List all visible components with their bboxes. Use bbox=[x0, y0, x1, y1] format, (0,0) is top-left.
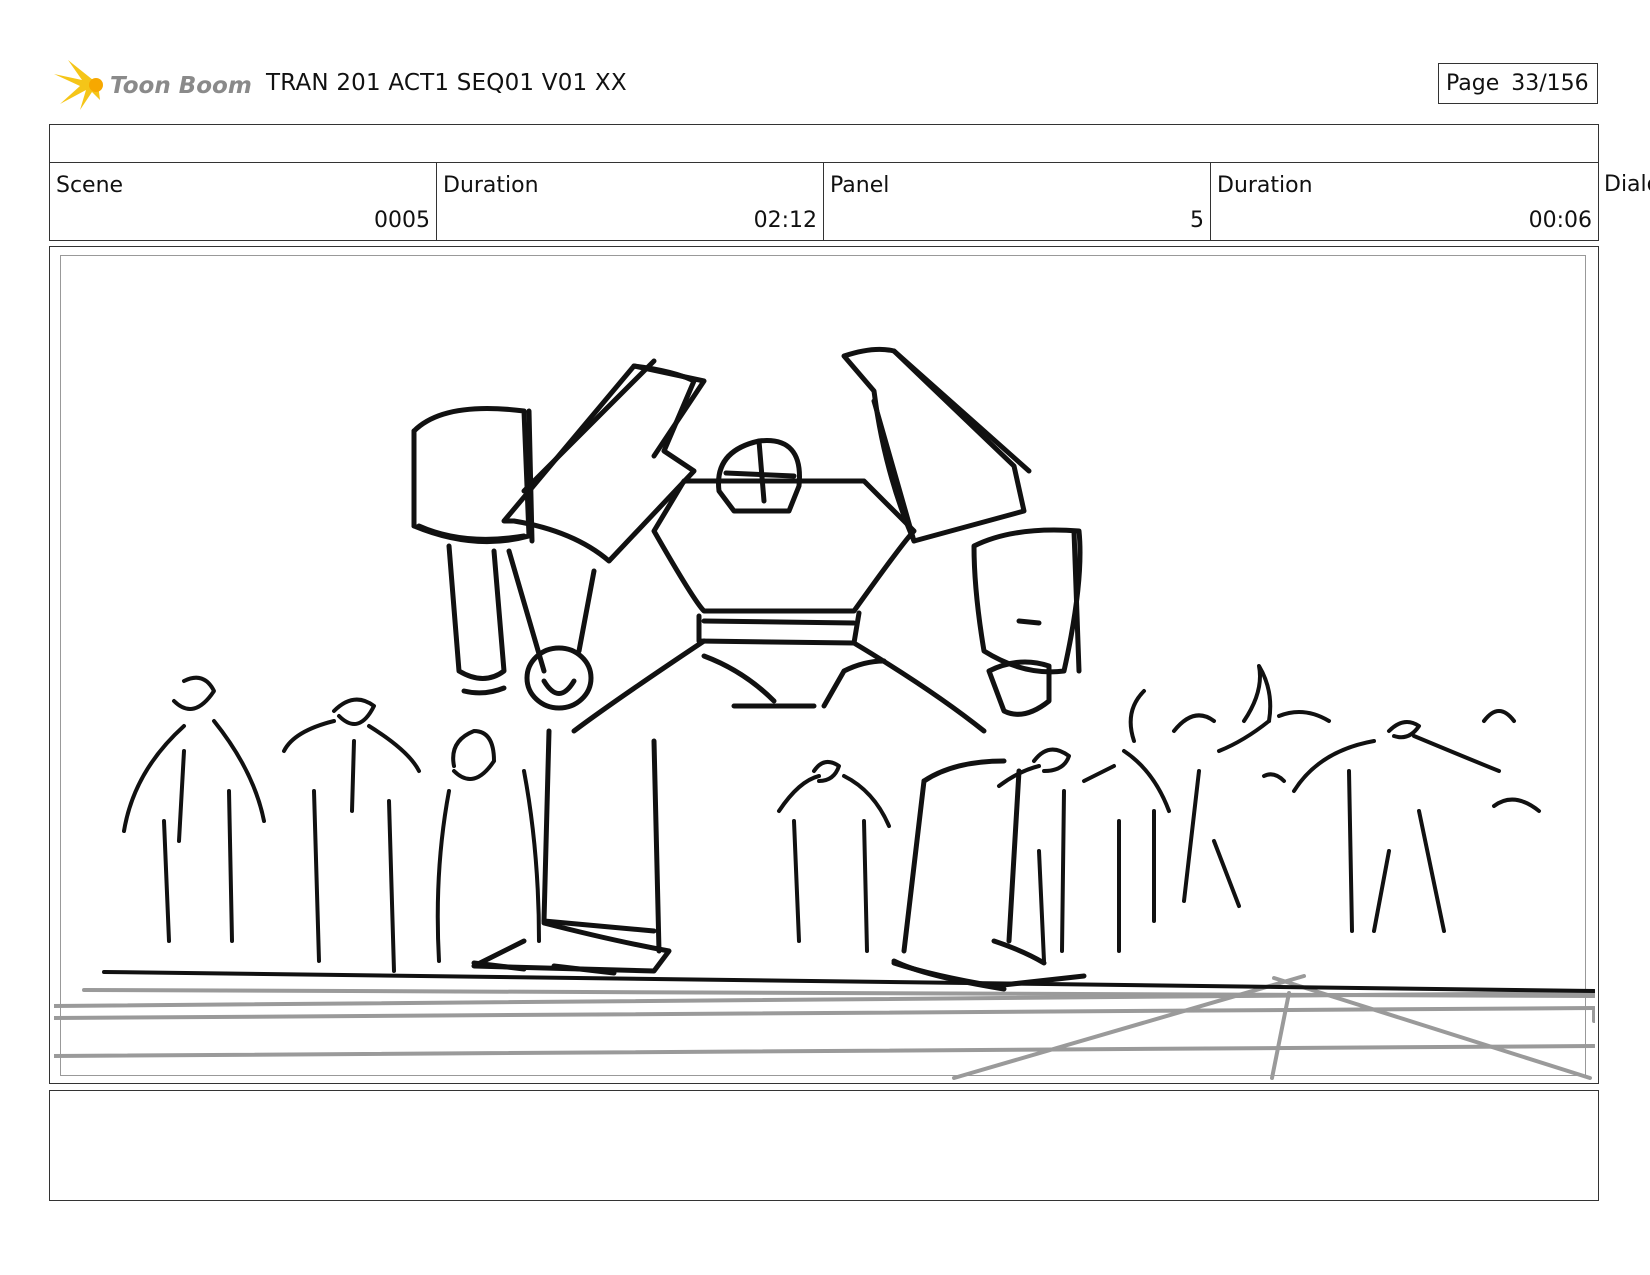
panel-info-row: Scene 0005 Duration 02:12 Panel 5 Durati… bbox=[49, 162, 1599, 241]
starburst-icon bbox=[54, 60, 103, 110]
scene-value: 0005 bbox=[374, 208, 430, 233]
toon-boom-logo: Toon Boom bbox=[54, 60, 252, 110]
panel-cell: Panel 5 bbox=[824, 163, 1211, 240]
scene-cell: Scene 0005 bbox=[50, 163, 437, 240]
scene-duration-cell: Duration 02:12 bbox=[437, 163, 824, 240]
scene-label: Scene bbox=[56, 173, 124, 198]
notes-area bbox=[49, 1090, 1599, 1201]
panel-value: 5 bbox=[1190, 208, 1204, 233]
panel-duration-label: Duration bbox=[1217, 173, 1313, 198]
page-label: Page bbox=[1446, 71, 1500, 96]
dialog-label: Dialo bbox=[1604, 172, 1650, 197]
storyboard-sketch bbox=[54, 346, 1595, 1080]
page-indicator: Page 33/156 bbox=[1438, 63, 1598, 104]
page-number: 33/156 bbox=[1511, 71, 1589, 96]
header-band bbox=[49, 124, 1599, 163]
document-title: TRAN 201 ACT1 SEQ01 V01 XX bbox=[266, 70, 627, 96]
panel-duration-value: 00:06 bbox=[1528, 208, 1592, 233]
floor-grid bbox=[54, 974, 1595, 1080]
scene-duration-label: Duration bbox=[443, 173, 539, 198]
logo-text: Toon Boom bbox=[110, 73, 252, 99]
robot-sketch bbox=[411, 346, 1087, 992]
scene-duration-value: 02:12 bbox=[753, 208, 817, 233]
ground-line bbox=[102, 970, 1595, 993]
panel-duration-cell: Duration 00:06 bbox=[1211, 163, 1598, 240]
crowd-figures bbox=[122, 664, 1541, 973]
panel-label: Panel bbox=[830, 173, 890, 198]
